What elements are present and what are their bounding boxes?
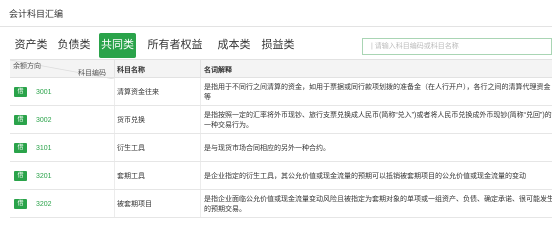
debit-badge: 借 (14, 143, 27, 153)
page-title: 会计科目汇编 (9, 9, 64, 19)
account-name: 清算资金往来 (117, 89, 159, 96)
column-divider (200, 106, 201, 133)
tab-owners-equity[interactable]: 所有者权益类 (143, 33, 207, 76)
column-divider (114, 60, 115, 78)
debit-badge: 借 (14, 87, 27, 97)
column-divider (200, 78, 201, 105)
header-account-name: 科目名称 (117, 67, 145, 74)
table-row[interactable]: 借 3001 清算资金往来 是指用于不同行之间清算的资金，如用于票据或同行款项划… (10, 78, 552, 106)
column-divider (200, 60, 201, 78)
column-divider (114, 78, 115, 105)
account-code: 3001 (36, 89, 52, 96)
account-name: 被套期项目 (117, 201, 152, 208)
column-divider (114, 162, 115, 189)
account-code: 3101 (36, 145, 52, 152)
account-description: 是企业指定的衍生工具，其公允价值或现金流量的预期可以抵销被套期项目的公允价值或现… (204, 173, 526, 180)
debit-badge: 借 (14, 199, 27, 209)
debit-badge: 借 (14, 115, 27, 125)
tab-assets[interactable]: 资产类 (12, 33, 50, 58)
account-name: 货币兑换 (117, 117, 145, 124)
account-description: 是与现货市场合同相应的另外一种合约。 (204, 145, 330, 152)
account-description: 是指企业面临公允价值或现金流量变动风险且被指定为套期对象的单项或一组资产、负债、… (204, 196, 552, 213)
account-description: 是指按照一定的汇率将外币现钞、旅行支票兑换成人民币(简称“兑入”)或者将人民币兑… (204, 112, 552, 129)
account-description: 是指用于不同行之间清算的资金，如用于票据或同行款项划拨的准备金（在人行开户），各… (204, 84, 551, 101)
accounts-table: 余额方向 科目编码 科目名称 名词解释 借 3001 清算资金往来 是指用于不同… (10, 59, 552, 218)
account-name: 套期工具 (117, 173, 145, 180)
tab-profit-loss[interactable]: 损益类 (259, 33, 297, 58)
column-divider (200, 162, 201, 189)
table-row[interactable]: 借 3202 被套期项目 是指企业面临公允价值或现金流量变动风险且被指定为套期对… (10, 190, 552, 218)
header-account-code: 科目编码 (78, 70, 106, 77)
title-divider (0, 26, 552, 27)
title-bar: 会计科目汇编 (0, 0, 552, 27)
debit-badge: 借 (14, 171, 27, 181)
column-divider (200, 134, 201, 161)
account-code: 3002 (36, 117, 52, 124)
column-divider (114, 190, 115, 217)
column-divider (114, 134, 115, 161)
table-row[interactable]: 借 3101 衍生工具 是与现货市场合同相应的另外一种合约。 (10, 134, 552, 162)
account-code: 3201 (36, 173, 52, 180)
column-divider (200, 190, 201, 217)
table-row[interactable]: 借 3002 货币兑换 是指按照一定的汇率将外币现钞、旅行支票兑换成人民币(简称… (10, 106, 552, 134)
tab-liabilities[interactable]: 负债类 (56, 33, 92, 58)
tab-cost[interactable]: 成本类 (216, 33, 252, 58)
header-balance-direction: 余额方向 (13, 63, 41, 70)
table-header: 余额方向 科目编码 科目名称 名词解释 (10, 59, 552, 79)
column-divider (114, 106, 115, 133)
tab-common[interactable]: 共同类 (99, 33, 136, 58)
header-description: 名词解释 (204, 67, 232, 74)
table-row[interactable]: 借 3201 套期工具 是企业指定的衍生工具，其公允价值或现金流量的预期可以抵销… (10, 162, 552, 190)
search-input[interactable] (362, 38, 552, 55)
account-code: 3202 (36, 201, 52, 208)
account-name: 衍生工具 (117, 145, 145, 152)
